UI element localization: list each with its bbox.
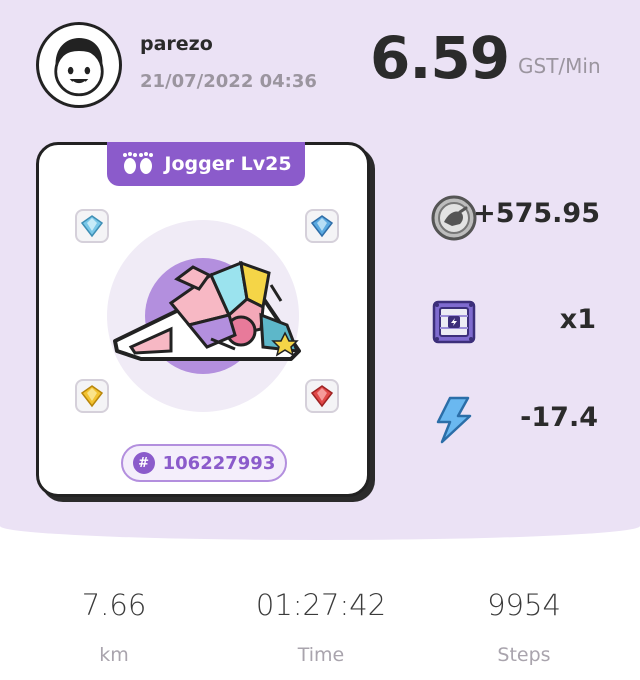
sneaker-icon <box>113 260 301 361</box>
sneaker-id: 106227993 <box>162 452 276 474</box>
topaz-gem-icon <box>80 385 104 408</box>
time-value: 01:27:42 <box>255 588 387 622</box>
user-avatar[interactable] <box>36 22 122 108</box>
distance-value: 7.66 <box>81 588 147 622</box>
gst-rate-value: 6.59 <box>370 24 510 92</box>
gst-rate-unit: GST/Min <box>518 54 601 78</box>
footprints-icon <box>123 152 154 174</box>
gst-earned-value: +575.95 <box>473 198 600 229</box>
gem-socket-bottom-left[interactable] <box>75 379 109 413</box>
hash-icon: # <box>132 452 155 474</box>
diamond-gem-icon <box>310 215 334 238</box>
avatar-face-icon <box>54 38 104 97</box>
gem-socket-top-left[interactable] <box>75 209 109 243</box>
time-stat: 01:27:42 Time <box>241 588 401 666</box>
distance-stat: 7.66 km <box>34 588 194 666</box>
gem-socket-bottom-right[interactable] <box>305 379 339 413</box>
diamond-gem-icon <box>80 215 104 238</box>
sneaker-id-badge[interactable]: # 106227993 <box>121 444 287 482</box>
time-label: Time <box>297 644 345 666</box>
sneaker-card[interactable]: Jogger Lv25 # 106227993 <box>36 142 370 497</box>
sneaker-type-badge: Jogger Lv25 <box>107 142 305 186</box>
steps-value: 9954 <box>487 588 561 622</box>
username: parezo <box>140 33 213 55</box>
steps-stat: 9954 Steps <box>444 588 604 666</box>
run-timestamp: 21/07/2022 04:36 <box>140 71 317 92</box>
mystery-box-count: x1 <box>559 304 596 335</box>
sneaker-type-label: Jogger Lv25 <box>164 153 292 175</box>
energy-used-value: -17.4 <box>520 402 598 433</box>
ruby-gem-icon <box>310 385 334 408</box>
gem-socket-top-right[interactable] <box>305 209 339 243</box>
distance-label: km <box>99 644 129 666</box>
steps-label: Steps <box>497 644 551 666</box>
